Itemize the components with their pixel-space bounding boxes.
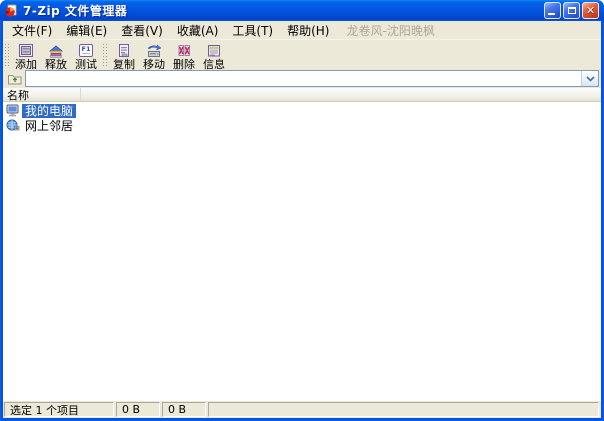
minimize-icon xyxy=(548,13,555,15)
column-header-name[interactable]: 名称 xyxy=(3,88,81,101)
list-item-label: 网上邻居 xyxy=(22,119,76,133)
window-title: 7-Zip 文件管理器 xyxy=(23,2,544,19)
status-size-1: 0 B xyxy=(116,402,160,417)
list-item-label: 我的电脑 xyxy=(22,104,76,118)
status-size-2: 0 B xyxy=(162,402,206,417)
toolbar-gripper[interactable] xyxy=(4,42,11,68)
test-icon: F1 xyxy=(76,42,96,59)
toolbar-button-copy[interactable]: 复制 xyxy=(109,41,139,70)
status-extra xyxy=(208,402,599,417)
maximize-button[interactable] xyxy=(563,2,580,19)
menu-file[interactable]: 文件(F) xyxy=(5,21,59,40)
toolbar-button-move[interactable]: 移动 xyxy=(139,41,169,70)
list-header: 名称 xyxy=(3,88,601,102)
svg-text:F1: F1 xyxy=(82,45,91,53)
file-list: 我的电脑 网上邻居 xyxy=(3,102,601,401)
status-selection-count: 选定 1 个项目 xyxy=(4,402,114,417)
address-combobox xyxy=(25,70,599,87)
copy-icon xyxy=(114,42,134,59)
maximize-icon xyxy=(568,7,576,14)
status-bar: 选定 1 个项目 0 B 0 B xyxy=(3,401,601,418)
close-button[interactable]: ✕ xyxy=(582,2,599,19)
toolbar: 添加 释放 F1 xyxy=(3,39,601,69)
menu-edit[interactable]: 编辑(E) xyxy=(59,21,114,40)
chevron-down-icon xyxy=(586,76,595,82)
close-icon: ✕ xyxy=(586,5,595,16)
my-computer-icon xyxy=(5,104,20,118)
address-input[interactable] xyxy=(26,71,581,86)
menu-help[interactable]: 帮助(H) xyxy=(280,21,336,40)
toolbar-separator xyxy=(102,42,109,68)
window-body: 文件(F) 编辑(E) 查看(V) 收藏(A) 工具(T) 帮助(H) 龙卷风-… xyxy=(3,21,601,418)
list-item-my-computer[interactable]: 我的电脑 xyxy=(3,103,601,118)
toolbar-button-add[interactable]: 添加 xyxy=(11,41,41,70)
menu-view[interactable]: 查看(V) xyxy=(114,21,170,40)
toolbar-button-delete[interactable]: 删除 xyxy=(169,41,199,70)
toolbar-button-test[interactable]: F1 测试 xyxy=(71,41,101,70)
app-window: 7-Zip 文件管理器 ✕ 文件(F) 编辑(E) 查看(V) 收藏(A) 工具… xyxy=(0,0,604,421)
address-dropdown-button[interactable] xyxy=(581,71,598,86)
parent-folder-button[interactable] xyxy=(5,70,25,87)
minimize-button[interactable] xyxy=(544,2,561,19)
move-icon xyxy=(144,42,164,59)
list-item-network-places[interactable]: 网上邻居 xyxy=(3,118,601,133)
column-header-empty xyxy=(81,88,601,101)
network-icon xyxy=(5,119,20,133)
info-icon xyxy=(204,42,224,59)
delete-icon xyxy=(174,42,194,59)
add-icon xyxy=(16,42,36,59)
folder-up-icon xyxy=(7,72,23,86)
titlebar: 7-Zip 文件管理器 ✕ xyxy=(0,0,604,21)
menu-watermark-text: 龙卷风-沈阳晚枫 xyxy=(346,22,434,39)
address-bar xyxy=(3,69,601,88)
menu-favorites[interactable]: 收藏(A) xyxy=(170,21,226,40)
menu-bar: 文件(F) 编辑(E) 查看(V) 收藏(A) 工具(T) 帮助(H) 龙卷风-… xyxy=(3,21,601,39)
toolbar-button-extract[interactable]: 释放 xyxy=(41,41,71,70)
7zip-app-icon xyxy=(4,3,19,18)
extract-icon xyxy=(46,42,66,59)
toolbar-button-info[interactable]: 信息 xyxy=(199,41,229,70)
menu-tools[interactable]: 工具(T) xyxy=(225,21,280,40)
